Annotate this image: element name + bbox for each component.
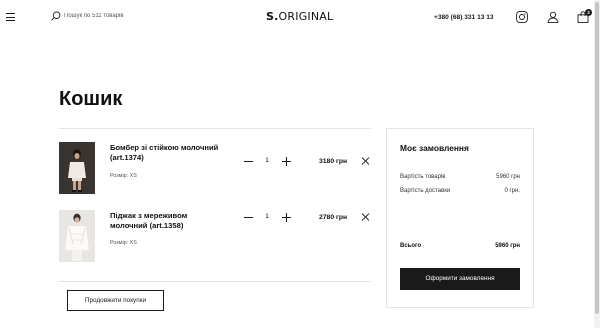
- phone-number[interactable]: +380 (68) 331 13 13: [434, 14, 494, 21]
- goods-cost-value: 5960 грн: [496, 174, 520, 180]
- summary-total-row: Всього 5960 грн: [400, 243, 520, 249]
- search-icon[interactable]: [51, 11, 61, 21]
- quantity-value[interactable]: 1: [262, 157, 272, 164]
- remove-item-icon[interactable]: [361, 157, 369, 165]
- divider: [59, 128, 371, 129]
- cart-item-size: Розмір: XS: [110, 240, 137, 246]
- logo-bold: S.: [266, 10, 279, 23]
- user-icon[interactable]: [547, 11, 559, 23]
- cart-item-name[interactable]: Піджак з мереживом молочний (art.1358): [110, 211, 220, 231]
- summary-delivery-row: Вартість доставки 0 грн.: [400, 188, 520, 194]
- summary-goods-row: Вартість товарів 5960 грн: [400, 174, 520, 180]
- checkout-button[interactable]: Оформити замовлення: [400, 268, 520, 290]
- cart-item: Бомбер зі стійкою молочний (art.1374) Ро…: [59, 142, 371, 196]
- page-scrollbar[interactable]: [594, 0, 600, 328]
- cart-item-size: Розмір: XS: [110, 173, 137, 179]
- scrollbar-thumb[interactable]: [595, 2, 599, 314]
- product-photo-bomber[interactable]: [59, 142, 95, 194]
- delivery-cost-value: 0 грн.: [504, 188, 520, 194]
- delivery-cost-label: Вартість доставки: [400, 188, 451, 194]
- logo-text: ORIGINAL: [278, 10, 334, 23]
- search-input[interactable]: [64, 13, 154, 19]
- quantity-increase-button[interactable]: [282, 157, 291, 166]
- quantity-increase-button[interactable]: [282, 213, 291, 222]
- cart-item-price: 3180 грн: [319, 158, 348, 165]
- total-label: Всього: [400, 243, 422, 249]
- total-value: 5960 грн: [495, 243, 520, 249]
- summary-title: Моє замовлення: [400, 143, 469, 153]
- site-header: S.ORIGINAL +380 (68) 331 13 13 2: [0, 0, 594, 36]
- goods-cost-label: Вартість товарів: [400, 174, 446, 180]
- cart-item-name[interactable]: Бомбер зі стійкою молочний (art.1374): [110, 143, 220, 163]
- quantity-decrease-button[interactable]: [244, 213, 253, 222]
- remove-item-icon[interactable]: [361, 213, 369, 221]
- cart-item-price: 2780 грн: [319, 214, 348, 221]
- quantity-decrease-button[interactable]: [244, 157, 253, 166]
- hamburger-menu-icon[interactable]: [6, 13, 15, 21]
- search-bar[interactable]: [51, 11, 154, 21]
- instagram-icon[interactable]: [516, 11, 528, 23]
- order-summary: Моє замовлення Вартість товарів 5960 грн…: [386, 128, 534, 308]
- site-logo[interactable]: S.ORIGINAL: [266, 10, 333, 23]
- page-title: Кошик: [59, 88, 123, 110]
- quantity-value[interactable]: 1: [262, 213, 272, 220]
- cart-item: Піджак з мереживом молочний (art.1358) Р…: [59, 210, 371, 264]
- cart-count-badge: 2: [585, 9, 592, 16]
- divider: [59, 281, 371, 282]
- continue-shopping-button[interactable]: Продовжити покупки: [67, 290, 164, 311]
- product-photo-jacket[interactable]: [59, 210, 95, 262]
